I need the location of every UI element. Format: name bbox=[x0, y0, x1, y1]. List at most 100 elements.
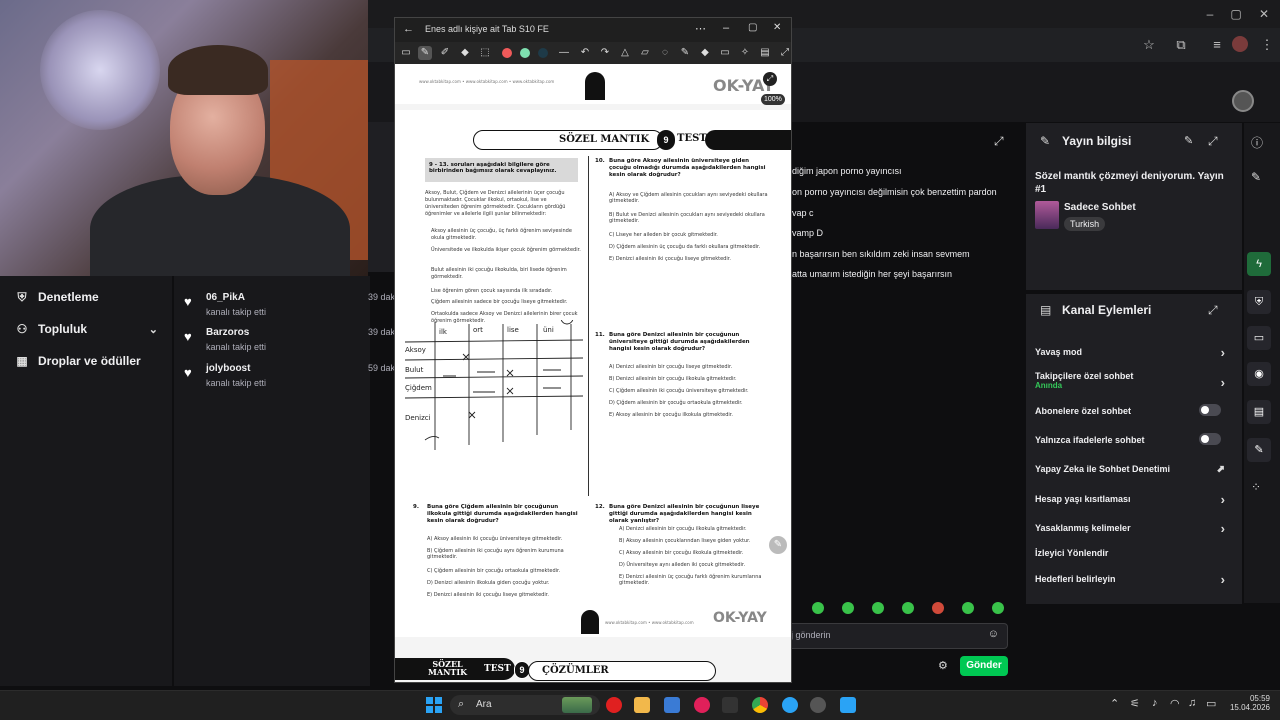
rail-button-broadcast[interactable]: ◉ bbox=[1247, 362, 1271, 386]
minimize-icon[interactable]: – bbox=[723, 22, 729, 34]
chrome-app-icon[interactable] bbox=[752, 697, 768, 713]
media-app-icon[interactable] bbox=[694, 697, 710, 713]
stroke-width-icon[interactable]: — bbox=[557, 46, 571, 60]
more-options-icon[interactable]: ⋯ bbox=[695, 22, 706, 35]
emote-icon[interactable] bbox=[992, 602, 1004, 614]
answer-option[interactable]: D) Denizci ailesinin ilkokula giden çocu… bbox=[427, 580, 549, 586]
popout-icon[interactable]: ⤢ bbox=[1208, 134, 1218, 149]
sidebar-item-moderation[interactable]: ⛨ Denetleme bbox=[16, 285, 166, 309]
settings-gear-icon[interactable]: ⚙ bbox=[938, 659, 948, 672]
color-dark-swatch[interactable] bbox=[538, 48, 548, 58]
browser-menu-icon[interactable]: ⋮ bbox=[1258, 36, 1276, 54]
answer-option[interactable]: E) Denizci ailesinin iki çocuğu liseye g… bbox=[427, 592, 549, 598]
answer-option[interactable]: C) Çiğdem ailesinin iki çocuğu üniversit… bbox=[609, 388, 749, 394]
highlighter-icon[interactable]: ▱ bbox=[638, 46, 652, 60]
emote-icon[interactable] bbox=[842, 602, 854, 614]
info-icon[interactable]: ⓘ bbox=[1251, 134, 1263, 151]
activity-item[interactable]: ♥ 06_PikA kanalı takip etti 39 dak bbox=[184, 292, 398, 326]
app-icon[interactable] bbox=[722, 697, 738, 713]
rail-button-ad[interactable]: ▤ bbox=[1247, 400, 1271, 424]
taskbar-search[interactable]: ⌕ Ara bbox=[450, 695, 600, 715]
microphone-icon[interactable]: ♪ bbox=[1152, 697, 1158, 709]
file-explorer-icon[interactable] bbox=[634, 697, 650, 713]
battery-icon[interactable]: ▭ bbox=[1206, 697, 1216, 710]
tag-badge[interactable]: Turkish bbox=[1064, 217, 1106, 231]
extensions-icon[interactable]: ⧉ bbox=[1172, 36, 1190, 54]
action-account-age[interactable]: Hesap yaşı kısıtlaması › bbox=[1035, 492, 1225, 507]
start-button[interactable] bbox=[426, 697, 442, 713]
activity-item[interactable]: ♥ jolyboost kanalı takip etti 59 dak bbox=[184, 363, 398, 397]
sidebar-item-drops[interactable]: ▦ Droplar ve ödüller bbox=[16, 349, 166, 373]
marker-icon[interactable]: ✎ bbox=[678, 46, 692, 60]
action-blocked-terms[interactable]: Yasaklanmış kelimeler › bbox=[1035, 521, 1225, 536]
rail-button-shield[interactable]: ⛨ bbox=[1247, 290, 1271, 314]
pen-icon[interactable]: ✎ bbox=[418, 46, 432, 60]
stamp-icon[interactable]: ✧ bbox=[738, 46, 752, 60]
grid-icon[interactable]: ⁘ bbox=[1251, 480, 1261, 494]
emoji-picker-icon[interactable]: ☺ bbox=[988, 628, 999, 640]
telegram-app-icon[interactable] bbox=[782, 697, 798, 713]
maximize-icon[interactable]: ▢ bbox=[748, 22, 757, 33]
ink-icon[interactable]: ◆ bbox=[698, 46, 712, 60]
rail-button-tool[interactable]: ✎ bbox=[1247, 438, 1271, 462]
answer-option[interactable]: E) Aksoy ailesinin bir çocuğu ilkokula g… bbox=[609, 412, 733, 418]
popout-icon[interactable]: ⤢ bbox=[1208, 303, 1218, 318]
send-button[interactable]: Gönder bbox=[960, 656, 1008, 676]
popout-icon[interactable]: ⤢ bbox=[994, 134, 1004, 149]
emote-icon[interactable] bbox=[932, 602, 944, 614]
floating-pen-button[interactable]: ✎ bbox=[769, 536, 787, 554]
answer-option[interactable]: B) Denizci ailesinin bir çocuğu ilkokula… bbox=[609, 376, 737, 382]
close-icon[interactable]: ✕ bbox=[773, 22, 781, 33]
answer-option[interactable]: C) Liseye her aileden bir çocuk gitmekte… bbox=[609, 232, 769, 238]
answer-option[interactable]: B) Çiğdem ailesinin iki çocuğu aynı öğre… bbox=[427, 548, 581, 560]
chat-input[interactable]: j gönderin ☺ bbox=[782, 623, 1008, 649]
browser-minimize-button[interactable]: – bbox=[1200, 6, 1220, 22]
answer-option[interactable]: D) Çiğdem ailesinin bir çocuğu ortaokula… bbox=[609, 400, 743, 406]
answer-option[interactable]: E) Denizci ailesinin üç çocuğu farklı öğ… bbox=[619, 574, 769, 586]
eraser-icon[interactable]: ◆ bbox=[458, 46, 472, 60]
answer-option[interactable]: C) Çiğdem ailesinin bir çocuğu ortaokula… bbox=[427, 568, 560, 574]
browser-maximize-button[interactable]: ▢ bbox=[1226, 6, 1246, 22]
answer-option[interactable]: B) Aksoy ailesinin çocuklarından liseye … bbox=[619, 538, 750, 544]
answer-option[interactable]: A) Denizci ailesinin bir çocuğu liseye g… bbox=[609, 364, 732, 370]
rail-button-bolt[interactable]: ϟ bbox=[1247, 252, 1271, 276]
activity-item[interactable]: ♥ Barzoros kanalı takip etti 39 dak bbox=[184, 327, 398, 361]
user-avatar[interactable] bbox=[1232, 90, 1254, 112]
emote-icon[interactable] bbox=[902, 602, 914, 614]
toggle-switch[interactable] bbox=[1199, 433, 1221, 445]
emote-icon[interactable] bbox=[872, 602, 884, 614]
color-green-swatch[interactable] bbox=[520, 48, 530, 58]
action-raid[interactable]: İzleyici Yönlendir bbox=[1035, 548, 1225, 558]
answer-option[interactable]: D) Üniversiteye aynı aileden iki çocuk g… bbox=[619, 562, 745, 568]
bookmark-star-icon[interactable]: ☆ bbox=[1140, 36, 1158, 54]
rail-button-chat[interactable]: ▭ bbox=[1247, 326, 1271, 350]
color-red-swatch[interactable] bbox=[502, 48, 512, 58]
volume-icon[interactable]: ♫ bbox=[1188, 697, 1196, 709]
emote-icon[interactable] bbox=[812, 602, 824, 614]
wifi-icon[interactable]: ◠ bbox=[1170, 697, 1180, 710]
browser-close-button[interactable]: ✕ bbox=[1254, 6, 1274, 22]
layout-icon[interactable]: ▭ bbox=[399, 46, 413, 60]
back-arrow-icon[interactable]: ← bbox=[403, 23, 414, 35]
action-followers-only[interactable]: Takipçilere özel sohbet Anında › bbox=[1035, 371, 1225, 390]
answer-option[interactable]: B) Bulut ve Denizci ailesinin çocukları … bbox=[609, 212, 769, 224]
image-icon[interactable]: ▤ bbox=[758, 46, 772, 60]
answer-option[interactable]: C) Aksoy ailesinin bir çocuğu ilkokula g… bbox=[619, 550, 743, 556]
pencil-icon[interactable]: ✐ bbox=[438, 46, 452, 60]
edit-icon[interactable]: ✎ bbox=[1251, 170, 1261, 184]
action-ai-moderation[interactable]: Yapay Zeka ile Sohbet Denetimi ⬈ bbox=[1035, 464, 1225, 475]
youtube-app-icon[interactable] bbox=[606, 697, 622, 713]
tray-chevron-icon[interactable]: ⌃ bbox=[1110, 697, 1119, 710]
edit-icon[interactable]: ✎ bbox=[1184, 134, 1193, 147]
expand-icon[interactable]: ⤢ bbox=[763, 72, 777, 86]
text-icon[interactable]: ▭ bbox=[718, 46, 732, 60]
action-goals[interactable]: Hedefleri belirleyin › bbox=[1035, 572, 1225, 587]
system-clock[interactable]: 05:59 15.04.2026 bbox=[1228, 694, 1270, 712]
action-emote-only[interactable]: Yalnızca ifadelerle sohbet bbox=[1035, 433, 1225, 445]
phone-link-app-icon[interactable] bbox=[840, 697, 856, 713]
undo-icon[interactable]: ↶ bbox=[578, 46, 592, 60]
answer-option[interactable]: A) Aksoy ailesinin iki çocuğu üniversite… bbox=[427, 536, 562, 542]
profile-avatar[interactable] bbox=[1232, 36, 1248, 52]
more-tools-icon[interactable]: ⤢ bbox=[778, 46, 792, 60]
lasso-icon[interactable]: ◌ bbox=[658, 46, 672, 60]
